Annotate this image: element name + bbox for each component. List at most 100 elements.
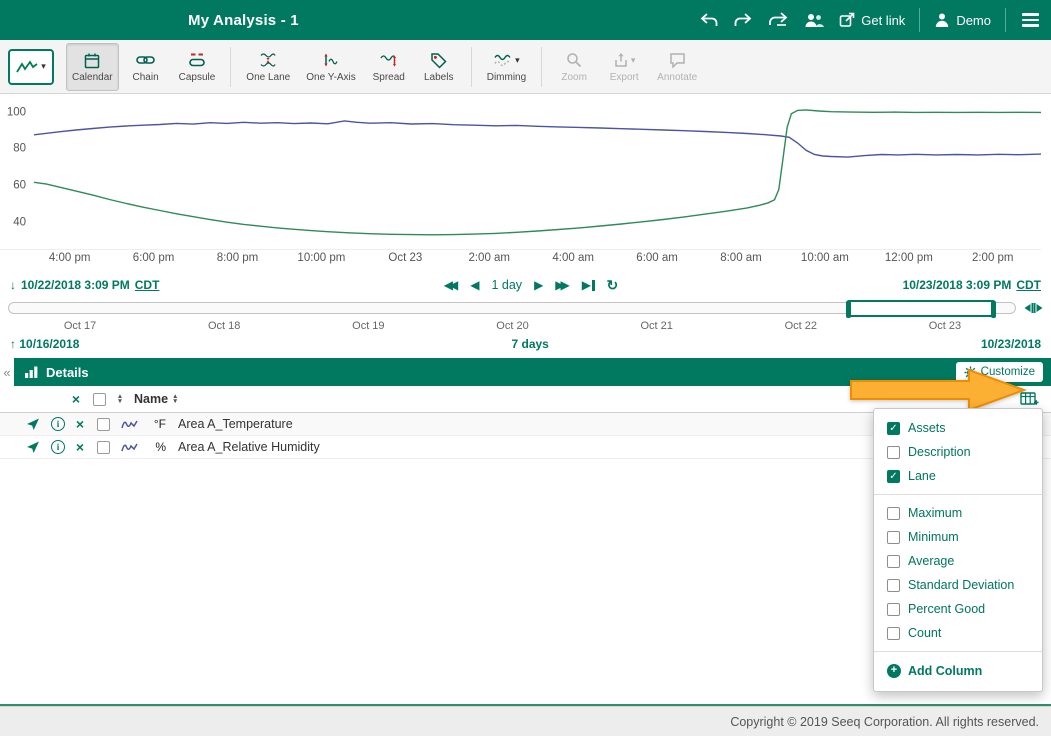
column-option-description[interactable]: Description: [874, 440, 1042, 464]
user-menu[interactable]: Demo: [934, 12, 991, 28]
redo-all-icon[interactable]: [767, 12, 789, 29]
range-end[interactable]: 10/23/2018 3:09 PM CDT: [903, 278, 1041, 292]
checkbox-unchecked-icon: [887, 531, 900, 544]
timezone-link[interactable]: CDT: [135, 278, 160, 292]
get-link-button[interactable]: Get link: [839, 12, 905, 28]
investigate-range-bar: ↑ 10/16/2018 7 days 10/23/2018: [0, 334, 1051, 354]
toolbar-calendar-button[interactable]: Calendar: [66, 43, 119, 91]
investigate-span-label[interactable]: 7 days: [79, 337, 981, 351]
collapse-panel-icon[interactable]: «: [0, 358, 14, 386]
chevron-down-icon: ▾: [515, 55, 520, 66]
column-option-minimum[interactable]: Minimum: [874, 525, 1042, 549]
display-range-bar: ↓ 10/22/2018 3:09 PM CDT ◀◀ ◀ 1 day ▶ ▶▶…: [0, 273, 1051, 297]
remove-icon[interactable]: ×: [70, 439, 90, 455]
series-line[interactable]: [34, 121, 1041, 157]
customize-button[interactable]: Customize: [956, 362, 1043, 382]
column-option-standard-deviation[interactable]: Standard Deviation: [874, 573, 1042, 597]
navigate-icon[interactable]: [20, 417, 46, 431]
step-to-end-icon[interactable]: ▶: [582, 279, 595, 291]
range-date-label: Oct 17: [64, 320, 96, 332]
slider-selection[interactable]: [846, 300, 996, 317]
step-forward-fast-icon[interactable]: ▶▶: [555, 279, 569, 291]
column-option-label: Minimum: [908, 530, 959, 544]
y-axis-tick-label: 80: [13, 143, 26, 155]
info-icon[interactable]: i: [51, 417, 65, 431]
toolbar-divider: [471, 47, 472, 87]
toolbar-labels-label: Labels: [424, 72, 453, 83]
x-axis-tick-label: 8:00 am: [720, 252, 762, 264]
remove-all-icon[interactable]: ×: [66, 391, 86, 407]
toolbar-labels-button[interactable]: Labels: [416, 43, 462, 91]
investigate-range-slider: [0, 297, 1051, 319]
unit-label: °F: [142, 417, 168, 431]
timezone-link[interactable]: CDT: [1016, 278, 1041, 292]
toolbar-dimming-label: Dimming: [487, 72, 526, 83]
column-option-label: Maximum: [908, 506, 962, 520]
slider-handle-left[interactable]: [846, 301, 851, 318]
toolbar-zoom-button: Zoom: [551, 43, 597, 91]
investigate-start[interactable]: ↑ 10/16/2018: [10, 337, 79, 351]
dimming-icon: ▾: [493, 51, 520, 69]
trend-chart-area[interactable]: 406080100: [0, 100, 1041, 250]
investigate-start-label[interactable]: 10/16/2018: [19, 337, 79, 351]
range-end-label[interactable]: 10/23/2018 3:09 PM: [903, 278, 1012, 292]
redo-icon[interactable]: [733, 12, 753, 29]
range-start[interactable]: ↓ 10/22/2018 3:09 PM CDT: [10, 278, 159, 292]
series-line[interactable]: [34, 110, 1041, 235]
step-forward-icon[interactable]: ▶: [534, 279, 543, 291]
add-column-label: Add Column: [908, 664, 982, 678]
info-icon[interactable]: i: [51, 440, 65, 454]
one-lane-icon: [259, 51, 277, 69]
toolbar-dimming-button[interactable]: ▾ Dimming: [481, 43, 532, 91]
toolbar-one-lane-button[interactable]: One Lane: [240, 43, 296, 91]
toolbar-spread-label: Spread: [373, 72, 405, 83]
toolbar-one-y-axis-button[interactable]: One Y-Axis: [300, 43, 361, 91]
column-option-label: Standard Deviation: [908, 578, 1014, 592]
sort-name-icon[interactable]: ▲▼: [172, 394, 178, 404]
investigate-end-label[interactable]: 10/23/2018: [981, 337, 1041, 351]
step-back-fast-icon[interactable]: ◀◀: [444, 279, 458, 291]
signal-name[interactable]: Area A_Relative Humidity: [178, 440, 320, 454]
column-option-average[interactable]: Average: [874, 549, 1042, 573]
column-option-count[interactable]: Count: [874, 621, 1042, 645]
users-icon[interactable]: [803, 12, 825, 28]
column-option-lane[interactable]: ✓Lane: [874, 464, 1042, 488]
trend-view-selector[interactable]: ▾: [8, 49, 54, 85]
slider-handle-right[interactable]: [991, 301, 996, 318]
step-back-icon[interactable]: ◀: [470, 279, 479, 291]
toolbar-spread-button[interactable]: Spread: [366, 43, 412, 91]
add-column-icon[interactable]: [1020, 391, 1039, 407]
select-all-checkbox[interactable]: [93, 393, 106, 406]
range-start-label[interactable]: 10/22/2018 3:09 PM: [21, 278, 130, 292]
duration-link[interactable]: 1 day: [491, 278, 522, 292]
toolbar-capsule-button[interactable]: Capsule: [173, 43, 222, 91]
signal-name[interactable]: Area A_Temperature: [178, 417, 293, 431]
x-axis-labels: 4:00 pm6:00 pm8:00 pm10:00 pmOct 232:00 …: [34, 252, 1041, 270]
undo-icon[interactable]: [699, 12, 719, 29]
row-checkbox[interactable]: [97, 441, 110, 454]
arrow-up-icon[interactable]: ↑: [10, 337, 16, 351]
navigate-icon[interactable]: [20, 440, 46, 454]
details-panel-title: Details: [46, 365, 89, 380]
column-option-maximum[interactable]: Maximum: [874, 501, 1042, 525]
arrow-down-icon[interactable]: ↓: [10, 278, 16, 292]
toolbar-chain-button[interactable]: Chain: [123, 43, 169, 91]
range-date-label: Oct 23: [929, 320, 961, 332]
unit-label: %: [142, 440, 168, 454]
toolbar-divider: [230, 47, 231, 87]
add-column-button[interactable]: +Add Column: [874, 658, 1042, 684]
name-column-header[interactable]: Name: [134, 392, 168, 406]
row-checkbox[interactable]: [97, 418, 110, 431]
column-option-assets[interactable]: ✓Assets: [874, 416, 1042, 440]
slider-track[interactable]: [8, 302, 1016, 314]
worksheet-title[interactable]: My Analysis - 1: [188, 12, 299, 29]
refresh-icon[interactable]: ↻: [607, 278, 619, 292]
column-option-percent-good[interactable]: Percent Good: [874, 597, 1042, 621]
hamburger-menu-icon[interactable]: [1020, 11, 1041, 29]
remove-icon[interactable]: ×: [70, 416, 90, 432]
trend-chart[interactable]: [34, 100, 1041, 250]
expand-range-icon[interactable]: [1024, 301, 1043, 315]
range-date-label: Oct 21: [640, 320, 672, 332]
sort-icon[interactable]: ▲▼: [117, 394, 123, 404]
top-header: My Analysis - 1 Get link Demo: [0, 0, 1051, 40]
